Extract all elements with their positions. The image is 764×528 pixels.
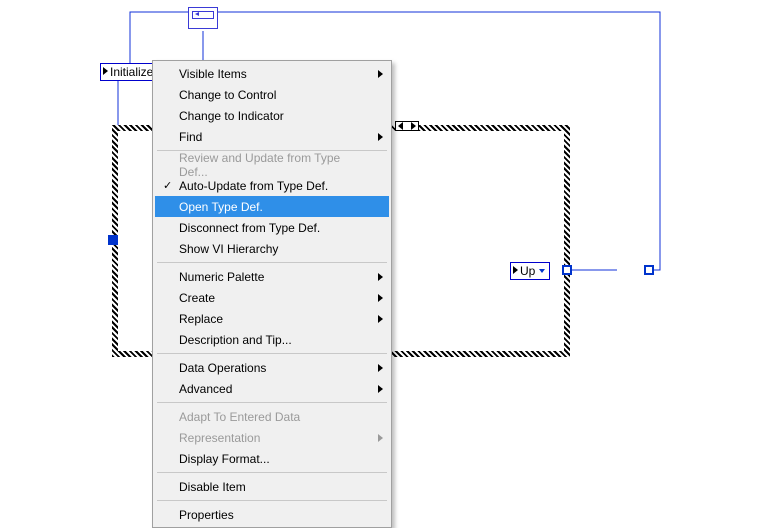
menu-item[interactable]: Create	[155, 287, 389, 308]
submenu-arrow-icon	[378, 70, 383, 78]
menu-item[interactable]: Disconnect from Type Def.	[155, 217, 389, 238]
menu-item-label: Show VI Hierarchy	[179, 242, 278, 256]
menu-item-label: Find	[179, 130, 202, 144]
right-tunnel[interactable]	[562, 265, 572, 275]
menu-item[interactable]: Change to Control	[155, 84, 389, 105]
menu-separator	[157, 262, 387, 263]
menu-item[interactable]: Visible Items	[155, 63, 389, 84]
context-menu: Visible Items Change to Control Change to …	[152, 60, 392, 528]
menu-item[interactable]: Change to Indicator	[155, 105, 389, 126]
dropdown-icon	[539, 269, 545, 273]
menu-item[interactable]: Display Format...	[155, 448, 389, 469]
case-prev-icon[interactable]	[398, 122, 403, 130]
menu-separator	[157, 402, 387, 403]
left-tunnel[interactable]	[108, 235, 118, 245]
submenu-arrow-icon	[378, 133, 383, 141]
menu-item: Adapt To Entered Data	[155, 406, 389, 427]
menu-item-label: Advanced	[179, 382, 232, 396]
menu-item[interactable]: Numeric Palette	[155, 266, 389, 287]
initialize-label: Initialize	[103, 65, 153, 79]
case-selector[interactable]	[395, 121, 419, 131]
menu-item-label: Numeric Palette	[179, 270, 264, 284]
submenu-arrow-icon	[378, 385, 383, 393]
typedef-glyph-icon	[513, 266, 518, 274]
submenu-arrow-icon	[378, 315, 383, 323]
menu-item-label: Properties	[179, 508, 234, 522]
menu-item-label: Open Type Def.	[179, 200, 263, 214]
menu-item-label: Change to Control	[179, 88, 276, 102]
initialize-terminal[interactable]: Initialize	[100, 63, 158, 81]
menu-item-label: Disconnect from Type Def.	[179, 221, 320, 235]
menu-item[interactable]: Properties	[155, 504, 389, 525]
menu-item-label: Representation	[179, 431, 260, 445]
menu-item[interactable]: Open Type Def.	[155, 196, 389, 217]
menu-item[interactable]: Show VI Hierarchy	[155, 238, 389, 259]
submenu-arrow-icon	[378, 273, 383, 281]
check-icon: ✓	[163, 179, 172, 192]
menu-separator	[157, 500, 387, 501]
menu-separator	[157, 353, 387, 354]
case-next-icon[interactable]	[411, 122, 416, 130]
menu-item-label: Data Operations	[179, 361, 266, 375]
menu-item-label: Disable Item	[179, 480, 246, 494]
feedback-node-icon[interactable]	[188, 7, 218, 29]
typedef-glyph-icon	[103, 67, 108, 75]
menu-item-label: Replace	[179, 312, 223, 326]
menu-item-label: Visible Items	[179, 67, 247, 81]
block-diagram-canvas: Initialize Up Visible Items Change to Con…	[0, 0, 764, 514]
menu-item[interactable]: Find	[155, 126, 389, 147]
menu-item[interactable]: ✓ Auto-Update from Type Def.	[155, 175, 389, 196]
menu-item[interactable]: Description and Tip...	[155, 329, 389, 350]
menu-item: Representation	[155, 427, 389, 448]
menu-separator	[157, 472, 387, 473]
menu-item[interactable]: Replace	[155, 308, 389, 329]
menu-item-label: Description and Tip...	[179, 333, 292, 347]
menu-item[interactable]: Disable Item	[155, 476, 389, 497]
wire-node[interactable]	[644, 265, 654, 275]
up-terminal[interactable]: Up	[510, 262, 550, 280]
menu-item-label: Adapt To Entered Data	[179, 410, 300, 424]
menu-item-label: Auto-Update from Type Def.	[179, 179, 328, 193]
menu-item: Review and Update from Type Def...	[155, 154, 389, 175]
submenu-arrow-icon	[378, 434, 383, 442]
menu-item-label: Change to Indicator	[179, 109, 284, 123]
menu-item[interactable]: Data Operations	[155, 357, 389, 378]
submenu-arrow-icon	[378, 294, 383, 302]
menu-item[interactable]: Advanced	[155, 378, 389, 399]
submenu-arrow-icon	[378, 364, 383, 372]
menu-item-label: Create	[179, 291, 215, 305]
menu-item-label: Display Format...	[179, 452, 270, 466]
